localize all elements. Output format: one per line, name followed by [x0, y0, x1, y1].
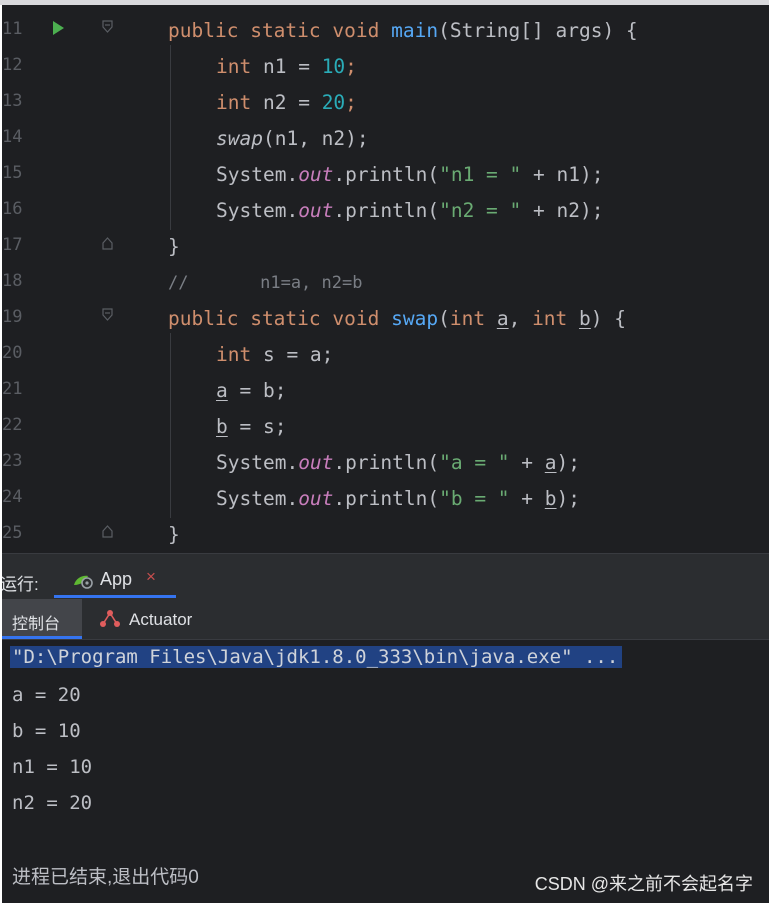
- csdn-watermark: CSDN @来之前不会起名字: [534, 874, 753, 894]
- code-text: System.out.println("b = " + b);: [216, 487, 581, 510]
- ide-window: 11 public static void main(String[] args…: [2, 5, 769, 903]
- console-output-line: n2 = 20: [12, 792, 93, 814]
- tab-console[interactable]: 控制台: [2, 599, 82, 639]
- tab-actuator[interactable]: Actuator: [129, 610, 192, 630]
- code-text: a = b;: [216, 379, 287, 402]
- code-text: }: [168, 523, 180, 546]
- line-number: 11: [2, 19, 23, 39]
- run-toolbar: 运行: App ×: [2, 553, 769, 601]
- line-number: 20: [2, 343, 23, 363]
- console-tabs: 控制台 Actuator: [2, 599, 769, 640]
- line-number: 13: [2, 91, 23, 111]
- run-label: 运行:: [2, 575, 39, 594]
- line-number: 19: [2, 307, 23, 327]
- code-line-18[interactable]: 18 // n1=a, n2=b: [2, 262, 769, 298]
- code-text: System.out.println("n2 = " + n2);: [216, 199, 604, 222]
- code-line-16[interactable]: 16 System.out.println("n2 = " + n2);: [2, 190, 769, 226]
- code-text: System.out.println("a = " + a);: [216, 451, 581, 474]
- console-exit-message: 进程已结束,退出代码0: [12, 867, 199, 888]
- code-line-23[interactable]: 23 System.out.println("a = " + a);: [2, 442, 769, 478]
- line-number: 23: [2, 451, 23, 471]
- code-line-12[interactable]: 12 int n1 = 10;: [2, 46, 769, 82]
- code-line-19[interactable]: 19 public static void swap(int a, int b)…: [2, 298, 769, 334]
- code-line-15[interactable]: 15 System.out.println("n1 = " + n1);: [2, 154, 769, 190]
- code-line-24[interactable]: 24 System.out.println("b = " + b);: [2, 478, 769, 514]
- code-editor[interactable]: 11 public static void main(String[] args…: [2, 5, 769, 553]
- code-text: int s = a;: [216, 343, 334, 366]
- code-line-21[interactable]: 21 a = b;: [2, 370, 769, 406]
- spring-app-icon: [72, 573, 94, 593]
- code-line-13[interactable]: 13 int n2 = 20;: [2, 82, 769, 118]
- code-text: public static void swap(int a, int b) {: [168, 307, 627, 330]
- line-number: 25: [2, 523, 23, 543]
- code-text: public static void main(String[] args) {: [168, 19, 638, 42]
- code-line-25[interactable]: 25 }: [2, 514, 769, 550]
- code-text: int n2 = 20;: [216, 91, 357, 114]
- code-text: System.out.println("n1 = " + n1);: [216, 163, 604, 186]
- line-number: 17: [2, 235, 23, 255]
- line-number: 14: [2, 127, 23, 147]
- console-output-line: a = 20: [12, 684, 81, 706]
- line-number: 16: [2, 199, 23, 219]
- code-line-22[interactable]: 22 b = s;: [2, 406, 769, 442]
- code-line-17[interactable]: 17 }: [2, 226, 769, 262]
- console-output-line: n1 = 10: [12, 756, 93, 778]
- fold-close-icon[interactable]: [102, 524, 113, 538]
- run-gutter-icon[interactable]: [53, 21, 64, 35]
- line-number: 18: [2, 271, 23, 291]
- code-line-14[interactable]: 14 swap(n1, n2);: [2, 118, 769, 154]
- code-comment: // n1=a, n2=b: [168, 273, 363, 293]
- code-line-11[interactable]: 11 public static void main(String[] args…: [2, 10, 769, 46]
- tab-app[interactable]: App ×: [54, 554, 176, 598]
- line-number: 15: [2, 163, 23, 183]
- line-number: 21: [2, 379, 23, 399]
- code-text: }: [168, 235, 180, 258]
- line-number: 24: [2, 487, 23, 507]
- code-text: int n1 = 10;: [216, 55, 357, 78]
- close-icon[interactable]: ×: [146, 567, 156, 587]
- code-text: b = s;: [216, 415, 287, 438]
- console-output-line: b = 10: [12, 720, 81, 742]
- fold-open-icon[interactable]: [102, 20, 113, 34]
- tab-console-label: 控制台: [12, 616, 61, 633]
- fold-close-icon[interactable]: [102, 236, 113, 250]
- fold-open-icon[interactable]: [102, 308, 113, 322]
- tab-app-label: App: [100, 569, 133, 589]
- console-output[interactable]: "D:\Program Files\Java\jdk1.8.0_333\bin\…: [2, 640, 769, 903]
- line-number: 12: [2, 55, 23, 75]
- code-line-20[interactable]: 20 int s = a;: [2, 334, 769, 370]
- console-command-line: "D:\Program Files\Java\jdk1.8.0_333\bin\…: [10, 646, 623, 668]
- line-number: 22: [2, 415, 23, 435]
- actuator-icon: [99, 609, 121, 633]
- code-text: swap(n1, n2);: [216, 127, 369, 150]
